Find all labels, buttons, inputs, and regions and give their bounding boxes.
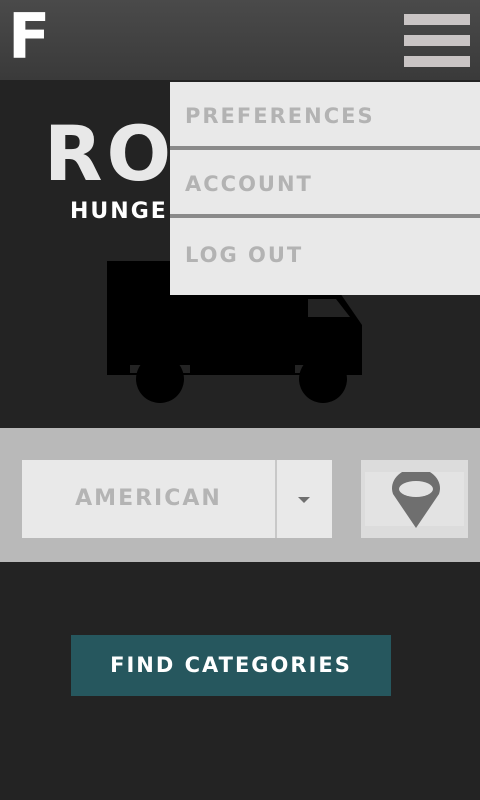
app-logo: F bbox=[8, 0, 51, 73]
category-value: AMERICAN bbox=[75, 486, 222, 511]
hamburger-menu-icon[interactable] bbox=[404, 14, 470, 68]
menu-dropdown: PREFERENCES ACCOUNT LOG OUT bbox=[170, 82, 480, 295]
menu-bar-line bbox=[404, 56, 470, 67]
chevron-down-icon[interactable] bbox=[298, 497, 310, 503]
map-pin-icon bbox=[392, 472, 440, 528]
top-bar: F bbox=[0, 0, 480, 80]
menu-item-log-out[interactable]: LOG OUT bbox=[170, 218, 480, 295]
menu-bar-line bbox=[404, 14, 470, 25]
category-dropdown[interactable]: AMERICAN bbox=[22, 460, 332, 538]
menu-bar-line bbox=[404, 35, 470, 46]
menu-item-label: LOG OUT bbox=[185, 243, 304, 267]
hero-subtitle: HUNGE bbox=[70, 199, 168, 224]
select-divider bbox=[275, 460, 277, 538]
menu-item-label: ACCOUNT bbox=[185, 172, 313, 196]
menu-item-preferences[interactable]: PREFERENCES bbox=[170, 82, 480, 146]
hero-title: RO bbox=[44, 109, 176, 198]
search-bar: AMERICAN bbox=[0, 428, 480, 562]
menu-item-label: PREFERENCES bbox=[185, 104, 375, 128]
find-categories-button[interactable]: FIND CATEGORIES bbox=[71, 635, 391, 696]
menu-item-account[interactable]: ACCOUNT bbox=[170, 150, 480, 214]
location-button[interactable] bbox=[361, 460, 468, 538]
